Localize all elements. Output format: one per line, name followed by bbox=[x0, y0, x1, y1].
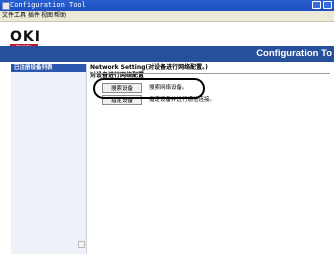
app-title: Configuration To bbox=[256, 48, 332, 59]
page-heading: Network Setting(对设备进行网络配置。) bbox=[90, 64, 208, 71]
menu-view[interactable]: 视图 bbox=[41, 12, 53, 20]
maximize-icon[interactable] bbox=[323, 1, 332, 9]
window-titlebar[interactable]: Configuration Tool bbox=[0, 0, 334, 11]
sidebar: 已注册设备列表 bbox=[11, 64, 87, 254]
menu-tools[interactable]: 工具 bbox=[14, 12, 26, 20]
menu-plugins[interactable]: 插件 bbox=[28, 12, 40, 20]
highlight-circle bbox=[93, 78, 205, 99]
window-title: Configuration Tool bbox=[10, 1, 86, 9]
logo-text: OKI bbox=[10, 29, 41, 45]
menu-file[interactable]: 文件 bbox=[2, 12, 14, 20]
scroll-arrow-icon[interactable] bbox=[78, 241, 85, 248]
divider bbox=[90, 73, 330, 74]
sidebar-title: 已注册设备列表 bbox=[14, 65, 53, 71]
app-icon bbox=[2, 2, 10, 10]
sidebar-header[interactable]: 已注册设备列表 bbox=[11, 64, 86, 72]
menu-help[interactable]: 帮助 bbox=[54, 12, 66, 20]
minimize-icon[interactable] bbox=[312, 1, 321, 9]
menu-bar: 文件 工具 插件 视图 帮助 bbox=[0, 11, 334, 22]
title-band: Configuration To bbox=[0, 46, 334, 62]
